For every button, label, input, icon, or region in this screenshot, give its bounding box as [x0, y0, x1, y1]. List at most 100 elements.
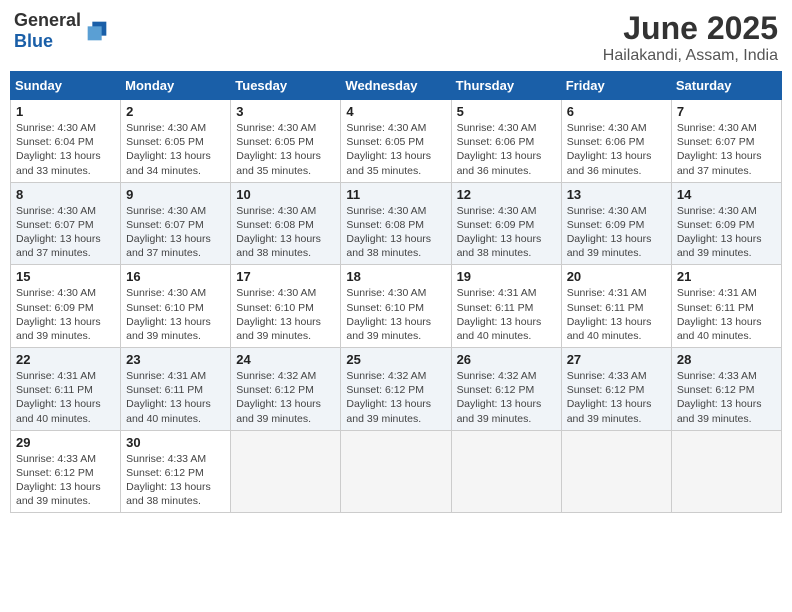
- day-info: Sunrise: 4:30 AMSunset: 6:05 PMDaylight:…: [126, 121, 225, 178]
- day-info: Sunrise: 4:30 AMSunset: 6:09 PMDaylight:…: [677, 204, 776, 261]
- calendar-cell: [231, 430, 341, 513]
- day-info: Sunrise: 4:31 AMSunset: 6:11 PMDaylight:…: [457, 286, 556, 343]
- day-number: 3: [236, 104, 335, 119]
- day-number: 8: [16, 187, 115, 202]
- calendar-cell: 4 Sunrise: 4:30 AMSunset: 6:05 PMDaylight…: [341, 100, 451, 183]
- day-info: Sunrise: 4:32 AMSunset: 6:12 PMDaylight:…: [346, 369, 445, 426]
- weekday-header-thursday: Thursday: [451, 72, 561, 100]
- logo-text: General Blue: [14, 10, 81, 52]
- calendar-week-1: 1Sunrise: 4:30 AMSunset: 6:04 PMDaylight…: [11, 100, 782, 183]
- calendar-cell: 25Sunrise: 4:32 AMSunset: 6:12 PMDayligh…: [341, 348, 451, 431]
- day-number: 7: [677, 104, 776, 119]
- day-number: 18: [346, 269, 445, 284]
- day-number: 22: [16, 352, 115, 367]
- day-info: Sunrise: 4:33 AMSunset: 6:12 PMDaylight:…: [126, 452, 225, 509]
- calendar-cell: 28 Sunrise: 4:33 AMSunset: 6:12 PMDayligh…: [671, 348, 781, 431]
- day-number: 20: [567, 269, 666, 284]
- day-number: 5: [457, 104, 556, 119]
- month-title: June 2025: [603, 10, 778, 47]
- day-info: Sunrise: 4:30 AMSunset: 6:06 PMDaylight:…: [457, 121, 556, 178]
- day-number: 10: [236, 187, 335, 202]
- calendar-week-5: 29 Sunrise: 4:33 AMSunset: 6:12 PMDayligh…: [11, 430, 782, 513]
- calendar-cell: 2Sunrise: 4:30 AMSunset: 6:05 PMDaylight…: [121, 100, 231, 183]
- calendar-cell: 15 Sunrise: 4:30 AMSunset: 6:09 PMDayligh…: [11, 265, 121, 348]
- day-number: 26: [457, 352, 556, 367]
- calendar-cell: 10 Sunrise: 4:30 AMSunset: 6:08 PMDayligh…: [231, 182, 341, 265]
- day-number: 23: [126, 352, 225, 367]
- day-info: Sunrise: 4:31 AMSunset: 6:11 PMDaylight:…: [677, 286, 776, 343]
- calendar-cell: 16Sunrise: 4:30 AMSunset: 6:10 PMDayligh…: [121, 265, 231, 348]
- day-number: 15: [16, 269, 115, 284]
- calendar-cell: 12Sunrise: 4:30 AMSunset: 6:09 PMDayligh…: [451, 182, 561, 265]
- day-number: 30: [126, 435, 225, 450]
- location-title: Hailakandi, Assam, India: [603, 47, 778, 65]
- day-info: Sunrise: 4:32 AMSunset: 6:12 PMDaylight:…: [236, 369, 335, 426]
- calendar-table: SundayMondayTuesdayWednesdayThursdayFrid…: [10, 71, 782, 513]
- day-info: Sunrise: 4:30 AMSunset: 6:07 PMDaylight:…: [126, 204, 225, 261]
- page-header: General Blue June 2025 Hailakandi, Assam…: [10, 10, 782, 65]
- weekday-header-monday: Monday: [121, 72, 231, 100]
- calendar-cell: 27 Sunrise: 4:33 AMSunset: 6:12 PMDayligh…: [561, 348, 671, 431]
- calendar-cell: 3Sunrise: 4:30 AMSunset: 6:05 PMDaylight…: [231, 100, 341, 183]
- calendar-cell: 7 Sunrise: 4:30 AMSunset: 6:07 PMDaylight…: [671, 100, 781, 183]
- day-info: Sunrise: 4:31 AMSunset: 6:11 PMDaylight:…: [567, 286, 666, 343]
- calendar-cell: 13 Sunrise: 4:30 AMSunset: 6:09 PMDayligh…: [561, 182, 671, 265]
- calendar-cell: 19 Sunrise: 4:31 AMSunset: 6:11 PMDayligh…: [451, 265, 561, 348]
- calendar-cell: 30 Sunrise: 4:33 AMSunset: 6:12 PMDayligh…: [121, 430, 231, 513]
- calendar-header-row: SundayMondayTuesdayWednesdayThursdayFrid…: [11, 72, 782, 100]
- calendar-cell: 11 Sunrise: 4:30 AMSunset: 6:08 PMDayligh…: [341, 182, 451, 265]
- title-area: June 2025 Hailakandi, Assam, India: [603, 10, 778, 65]
- day-info: Sunrise: 4:32 AMSunset: 6:12 PMDaylight:…: [457, 369, 556, 426]
- logo-blue: Blue: [14, 31, 53, 51]
- day-info: Sunrise: 4:30 AMSunset: 6:04 PMDaylight:…: [16, 121, 115, 178]
- calendar-cell: 14Sunrise: 4:30 AMSunset: 6:09 PMDayligh…: [671, 182, 781, 265]
- calendar-cell: 1Sunrise: 4:30 AMSunset: 6:04 PMDaylight…: [11, 100, 121, 183]
- day-info: Sunrise: 4:30 AMSunset: 6:06 PMDaylight:…: [567, 121, 666, 178]
- calendar-cell: 17 Sunrise: 4:30 AMSunset: 6:10 PMDayligh…: [231, 265, 341, 348]
- day-info: Sunrise: 4:31 AMSunset: 6:11 PMDaylight:…: [126, 369, 225, 426]
- weekday-header-friday: Friday: [561, 72, 671, 100]
- day-number: 6: [567, 104, 666, 119]
- day-info: Sunrise: 4:31 AMSunset: 6:11 PMDaylight:…: [16, 369, 115, 426]
- day-info: Sunrise: 4:30 AMSunset: 6:09 PMDaylight:…: [567, 204, 666, 261]
- day-info: Sunrise: 4:30 AMSunset: 6:07 PMDaylight:…: [16, 204, 115, 261]
- calendar-cell: 9 Sunrise: 4:30 AMSunset: 6:07 PMDaylight…: [121, 182, 231, 265]
- day-info: Sunrise: 4:30 AMSunset: 6:10 PMDaylight:…: [236, 286, 335, 343]
- day-info: Sunrise: 4:30 AMSunset: 6:05 PMDaylight:…: [346, 121, 445, 178]
- day-info: Sunrise: 4:30 AMSunset: 6:08 PMDaylight:…: [236, 204, 335, 261]
- day-number: 9: [126, 187, 225, 202]
- day-info: Sunrise: 4:33 AMSunset: 6:12 PMDaylight:…: [567, 369, 666, 426]
- calendar-week-4: 22 Sunrise: 4:31 AMSunset: 6:11 PMDayligh…: [11, 348, 782, 431]
- calendar-cell: [561, 430, 671, 513]
- day-number: 4: [346, 104, 445, 119]
- logo-icon: [83, 17, 111, 45]
- day-number: 21: [677, 269, 776, 284]
- day-number: 13: [567, 187, 666, 202]
- calendar-week-2: 8 Sunrise: 4:30 AMSunset: 6:07 PMDaylight…: [11, 182, 782, 265]
- day-info: Sunrise: 4:30 AMSunset: 6:08 PMDaylight:…: [346, 204, 445, 261]
- day-info: Sunrise: 4:30 AMSunset: 6:07 PMDaylight:…: [677, 121, 776, 178]
- calendar-cell: 23 Sunrise: 4:31 AMSunset: 6:11 PMDayligh…: [121, 348, 231, 431]
- calendar-cell: 20 Sunrise: 4:31 AMSunset: 6:11 PMDayligh…: [561, 265, 671, 348]
- calendar-cell: [671, 430, 781, 513]
- day-info: Sunrise: 4:30 AMSunset: 6:09 PMDaylight:…: [16, 286, 115, 343]
- calendar-cell: 22 Sunrise: 4:31 AMSunset: 6:11 PMDayligh…: [11, 348, 121, 431]
- calendar-week-3: 15 Sunrise: 4:30 AMSunset: 6:09 PMDayligh…: [11, 265, 782, 348]
- day-number: 29: [16, 435, 115, 450]
- calendar-cell: [341, 430, 451, 513]
- calendar-cell: 5 Sunrise: 4:30 AMSunset: 6:06 PMDaylight…: [451, 100, 561, 183]
- day-number: 17: [236, 269, 335, 284]
- calendar-cell: 18Sunrise: 4:30 AMSunset: 6:10 PMDayligh…: [341, 265, 451, 348]
- weekday-header-saturday: Saturday: [671, 72, 781, 100]
- day-number: 24: [236, 352, 335, 367]
- day-number: 27: [567, 352, 666, 367]
- calendar-cell: 24 Sunrise: 4:32 AMSunset: 6:12 PMDayligh…: [231, 348, 341, 431]
- day-number: 28: [677, 352, 776, 367]
- day-info: Sunrise: 4:30 AMSunset: 6:09 PMDaylight:…: [457, 204, 556, 261]
- day-number: 11: [346, 187, 445, 202]
- day-info: Sunrise: 4:33 AMSunset: 6:12 PMDaylight:…: [16, 452, 115, 509]
- weekday-header-sunday: Sunday: [11, 72, 121, 100]
- day-number: 19: [457, 269, 556, 284]
- calendar-cell: 26 Sunrise: 4:32 AMSunset: 6:12 PMDayligh…: [451, 348, 561, 431]
- day-info: Sunrise: 4:33 AMSunset: 6:12 PMDaylight:…: [677, 369, 776, 426]
